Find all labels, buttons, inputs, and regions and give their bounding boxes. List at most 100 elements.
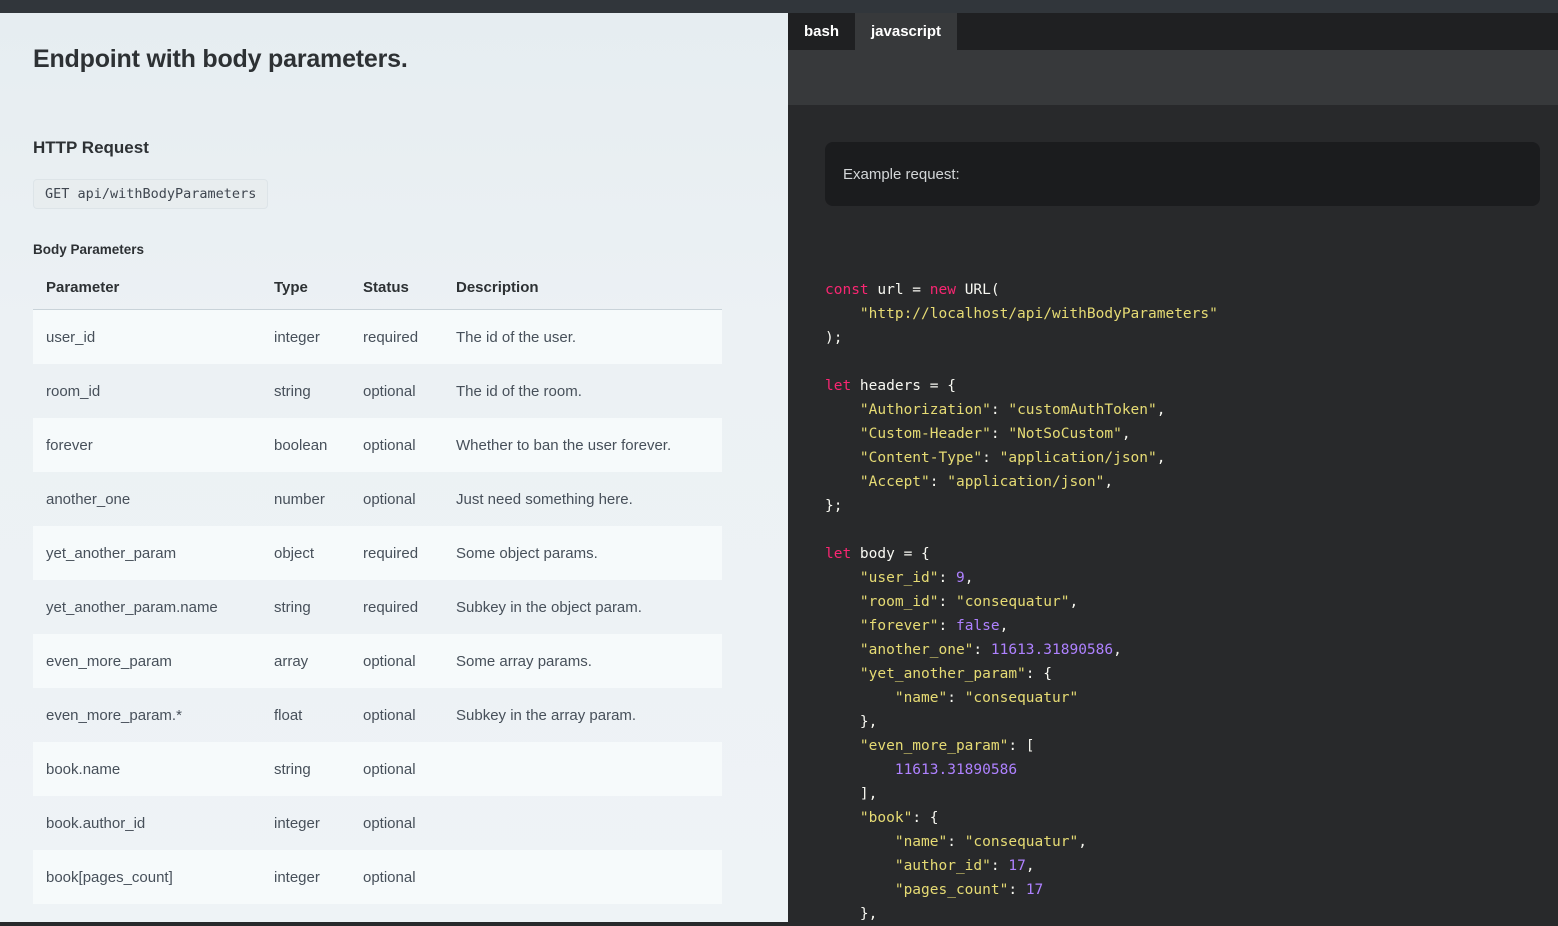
code-line: ); <box>825 326 1558 350</box>
table-row: another_onenumberoptionalJust need somet… <box>33 472 722 526</box>
code-line: "Custom-Header": "NotSoCustom", <box>825 422 1558 446</box>
code-line: "author_id": 17, <box>825 854 1558 878</box>
table-cell: book.name <box>33 742 261 796</box>
code-line: }, <box>825 902 1558 926</box>
table-cell: Some object params. <box>443 526 722 580</box>
column-header: Parameter <box>33 267 261 310</box>
table-cell: The id of the user. <box>443 310 722 365</box>
table-cell: required <box>350 310 443 365</box>
table-row: even_more_param.*floatoptionalSubkey in … <box>33 688 722 742</box>
table-header-row: ParameterTypeStatusDescription <box>33 267 722 310</box>
table-cell: book.author_id <box>33 796 261 850</box>
body-params-table: ParameterTypeStatusDescription user_idin… <box>33 267 722 904</box>
table-row: foreverbooleanoptionalWhether to ban the… <box>33 418 722 472</box>
table-cell: optional <box>350 634 443 688</box>
table-cell: string <box>261 364 350 418</box>
top-bar <box>0 0 1558 13</box>
table-cell: required <box>350 580 443 634</box>
table-cell <box>443 850 722 904</box>
table-cell: Whether to ban the user forever. <box>443 418 722 472</box>
table-cell: book[pages_count] <box>33 850 261 904</box>
table-cell: number <box>261 472 350 526</box>
table-cell: user_id <box>33 310 261 365</box>
code-line: "user_id": 9, <box>825 566 1558 590</box>
code-line: "Content-Type": "application/json", <box>825 446 1558 470</box>
code-line: "http://localhost/api/withBodyParameters… <box>825 302 1558 326</box>
table-cell: string <box>261 580 350 634</box>
table-cell: integer <box>261 850 350 904</box>
code-line: "name": "consequatur" <box>825 686 1558 710</box>
page-title: Endpoint with body parameters. <box>33 45 755 74</box>
table-row: yet_another_param.namestringrequiredSubk… <box>33 580 722 634</box>
code-line: "Authorization": "customAuthToken", <box>825 398 1558 422</box>
table-cell: float <box>261 688 350 742</box>
tab-bash[interactable]: bash <box>788 13 855 50</box>
table-cell: yet_another_param.name <box>33 580 261 634</box>
code-block: const url = new URL( "http://localhost/a… <box>788 278 1558 926</box>
table-cell: yet_another_param <box>33 526 261 580</box>
table-cell: optional <box>350 364 443 418</box>
code-examples-panel: bashjavascript Example request: const ur… <box>788 13 1558 922</box>
table-cell: even_more_param.* <box>33 688 261 742</box>
table-cell: optional <box>350 688 443 742</box>
table-cell: boolean <box>261 418 350 472</box>
code-line: "room_id": "consequatur", <box>825 590 1558 614</box>
code-line: let headers = { <box>825 374 1558 398</box>
table-cell: another_one <box>33 472 261 526</box>
example-request-box: Example request: <box>825 142 1540 206</box>
table-cell: optional <box>350 742 443 796</box>
language-tabbar: bashjavascript <box>788 13 1558 50</box>
column-header: Type <box>261 267 350 310</box>
code-line: "forever": false, <box>825 614 1558 638</box>
code-line: "Accept": "application/json", <box>825 470 1558 494</box>
table-cell: integer <box>261 310 350 365</box>
code-line: ], <box>825 782 1558 806</box>
code-line: const url = new URL( <box>825 278 1558 302</box>
table-cell: room_id <box>33 364 261 418</box>
code-line: }, <box>825 710 1558 734</box>
table-row: even_more_paramarrayoptionalSome array p… <box>33 634 722 688</box>
table-row: book.namestringoptional <box>33 742 722 796</box>
table-cell: string <box>261 742 350 796</box>
table-cell: Subkey in the object param. <box>443 580 722 634</box>
http-request-heading: HTTP Request <box>33 138 755 158</box>
table-cell: Subkey in the array param. <box>443 688 722 742</box>
table-cell <box>443 796 722 850</box>
code-line <box>825 518 1558 542</box>
docs-content-panel: Endpoint with body parameters. HTTP Requ… <box>0 13 788 922</box>
code-line: "pages_count": 17 <box>825 878 1558 902</box>
example-request-label: Example request: <box>843 166 960 183</box>
code-line: "book": { <box>825 806 1558 830</box>
table-cell: required <box>350 526 443 580</box>
column-header: Status <box>350 267 443 310</box>
table-row: yet_another_paramobjectrequiredSome obje… <box>33 526 722 580</box>
code-line: "yet_another_param": { <box>825 662 1558 686</box>
table-cell: optional <box>350 418 443 472</box>
code-line <box>825 350 1558 374</box>
table-cell: forever <box>33 418 261 472</box>
table-cell: optional <box>350 796 443 850</box>
body-parameters-label: Body Parameters <box>33 242 755 257</box>
table-cell <box>443 742 722 796</box>
code-line: }; <box>825 494 1558 518</box>
table-cell: Some array params. <box>443 634 722 688</box>
table-cell: optional <box>350 850 443 904</box>
table-cell: even_more_param <box>33 634 261 688</box>
table-cell: array <box>261 634 350 688</box>
table-row: book[pages_count]integeroptional <box>33 850 722 904</box>
code-line: let body = { <box>825 542 1558 566</box>
table-cell: The id of the room. <box>443 364 722 418</box>
table-row: room_idstringoptionalThe id of the room. <box>33 364 722 418</box>
table-cell: integer <box>261 796 350 850</box>
code-line: "name": "consequatur", <box>825 830 1558 854</box>
table-cell: object <box>261 526 350 580</box>
column-header: Description <box>443 267 722 310</box>
tabbar-band <box>788 50 1558 105</box>
table-row: user_idintegerrequiredThe id of the user… <box>33 310 722 365</box>
code-line: 11613.31890586 <box>825 758 1558 782</box>
table-row: book.author_idintegeroptional <box>33 796 722 850</box>
table-cell: optional <box>350 472 443 526</box>
code-line: "another_one": 11613.31890586, <box>825 638 1558 662</box>
table-cell: Just need something here. <box>443 472 722 526</box>
tab-javascript[interactable]: javascript <box>855 13 957 50</box>
